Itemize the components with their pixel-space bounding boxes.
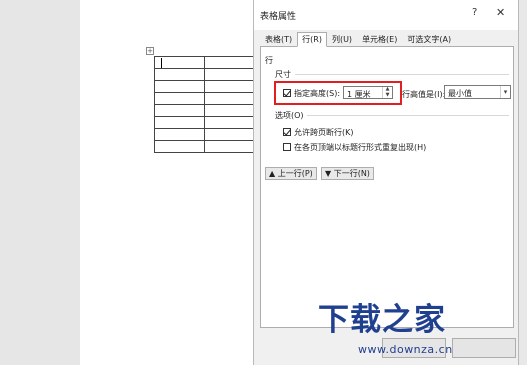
- tab-row[interactable]: 行(R): [297, 32, 327, 47]
- cancel-button[interactable]: [452, 338, 516, 358]
- chevron-down-icon[interactable]: ▾: [500, 86, 510, 98]
- table-cell[interactable]: [204, 140, 255, 153]
- left-margin-area: [0, 0, 80, 365]
- table-row: [154, 92, 255, 105]
- table-row: [154, 140, 255, 153]
- table-row: [154, 68, 255, 81]
- height-rule-value: 最小值: [448, 89, 472, 98]
- dialog-title: 表格属性: [260, 12, 297, 22]
- tab-cell[interactable]: 单元格(E): [357, 32, 402, 46]
- height-is-label: 行高值是(I):: [402, 90, 446, 99]
- repeat-header-checkbox[interactable]: [283, 143, 291, 151]
- tab-table[interactable]: 表格(T): [260, 32, 297, 46]
- dialog-title-bar[interactable]: 表格属性 ? ✕: [254, 0, 518, 30]
- table-row: [154, 56, 255, 69]
- table-cell[interactable]: [204, 56, 255, 69]
- table-cell[interactable]: [154, 68, 205, 81]
- table-cell[interactable]: [204, 128, 255, 141]
- help-button[interactable]: ?: [472, 7, 477, 18]
- table-cell[interactable]: [154, 56, 205, 69]
- tab-alt-text[interactable]: 可选文字(A): [402, 32, 456, 46]
- table-row: [154, 80, 255, 93]
- table-move-handle-icon[interactable]: +: [146, 47, 154, 55]
- height-rule-select[interactable]: 最小值 ▾: [444, 85, 511, 99]
- table-cell[interactable]: [204, 80, 255, 93]
- row-tab-panel: 行 尺寸 指定高度(S): 1 厘米 ▲ ▼ 行高值是(I): 最小值 ▾ 选项…: [260, 46, 514, 328]
- table-cell[interactable]: [154, 80, 205, 93]
- allow-row-break-label: 允许跨页断行(K): [294, 128, 354, 137]
- previous-row-button[interactable]: ▲ 上一行(P): [265, 167, 317, 180]
- table-cell[interactable]: [204, 68, 255, 81]
- table-cell[interactable]: [204, 116, 255, 129]
- text-caret: [161, 57, 162, 68]
- highlight-box: [274, 81, 402, 105]
- options-group-label: 选项(O): [275, 111, 304, 120]
- table-row: [154, 128, 255, 141]
- table-cell[interactable]: [154, 140, 205, 153]
- next-row-button[interactable]: ▼ 下一行(N): [321, 167, 374, 180]
- table-cell[interactable]: [154, 92, 205, 105]
- size-group-label: 尺寸: [275, 70, 291, 79]
- tab-column[interactable]: 列(U): [327, 32, 357, 46]
- table-cell[interactable]: [154, 128, 205, 141]
- table-cell[interactable]: [204, 104, 255, 117]
- repeat-header-label: 在各页顶端以标题行形式重复出现(H): [294, 143, 427, 152]
- table-cell[interactable]: [154, 104, 205, 117]
- options-group-divider: [307, 115, 509, 116]
- close-button[interactable]: ✕: [496, 6, 505, 19]
- dialog-tabs: 表格(T) 行(R) 列(U) 单元格(E) 可选文字(A): [260, 32, 456, 47]
- watermark-url: www.downza.cn: [358, 343, 453, 356]
- panel-header: 行: [265, 56, 273, 65]
- size-group-divider: [295, 74, 509, 75]
- table-cell[interactable]: [154, 116, 205, 129]
- document-table[interactable]: [154, 56, 255, 153]
- table-cell[interactable]: [204, 92, 255, 105]
- watermark-logo: 下载之家: [318, 302, 446, 338]
- allow-row-break-checkbox[interactable]: [283, 128, 291, 136]
- table-row: [154, 104, 255, 117]
- table-row: [154, 116, 255, 129]
